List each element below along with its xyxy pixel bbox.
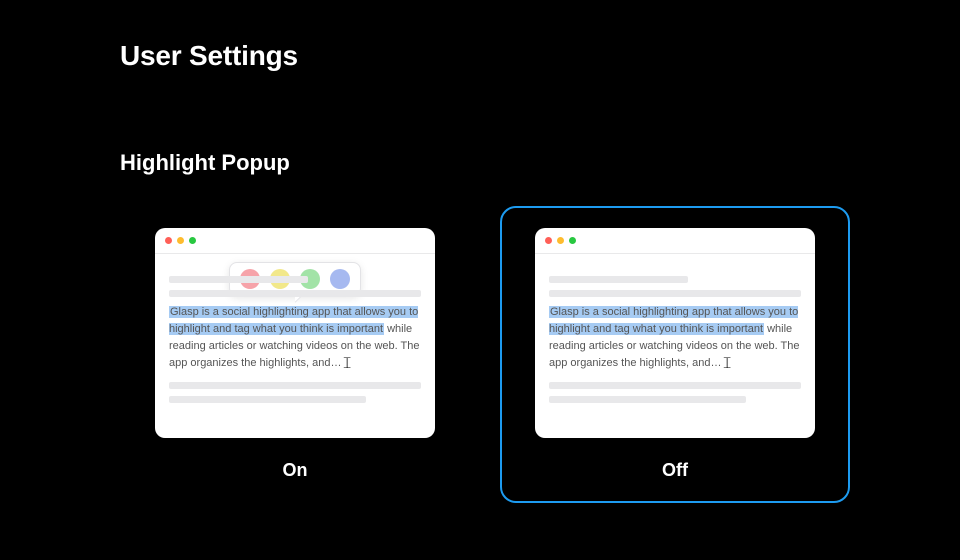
placeholder-line <box>169 290 421 297</box>
placeholder-line <box>549 382 801 389</box>
preview-off: Glasp is a social highlighting app that … <box>535 228 815 438</box>
option-label-off: Off <box>662 460 688 481</box>
placeholder-line <box>549 276 688 283</box>
text-cursor-icon: 𝙸 <box>721 358 732 369</box>
traffic-minimize-icon <box>557 237 564 244</box>
placeholder-line <box>169 396 366 403</box>
preview-body: Glasp is a social highlighting app that … <box>535 254 815 422</box>
placeholder-line <box>169 382 421 389</box>
option-on[interactable]: Glasp is a social highlighting app that … <box>120 206 470 503</box>
preview-on: Glasp is a social highlighting app that … <box>155 228 435 438</box>
traffic-zoom-icon <box>569 237 576 244</box>
sample-paragraph: Glasp is a social highlighting app that … <box>549 304 801 372</box>
traffic-minimize-icon <box>177 237 184 244</box>
placeholder-line <box>169 276 308 283</box>
placeholder-line <box>549 290 801 297</box>
preview-body: Glasp is a social highlighting app that … <box>155 254 435 422</box>
option-off[interactable]: Glasp is a social highlighting app that … <box>500 206 850 503</box>
highlighted-text: Glasp is a social highlighting app that … <box>549 306 798 335</box>
highlight-popup-options: Glasp is a social highlighting app that … <box>120 206 960 503</box>
browser-titlebar <box>155 228 435 254</box>
placeholder-line <box>549 396 746 403</box>
option-label-on: On <box>283 460 308 481</box>
text-cursor-icon: 𝙸 <box>341 358 352 369</box>
section-title-highlight-popup: Highlight Popup <box>120 150 960 176</box>
highlighted-text: Glasp is a social highlighting app that … <box>169 306 418 335</box>
sample-paragraph: Glasp is a social highlighting app that … <box>169 304 421 372</box>
traffic-close-icon <box>545 237 552 244</box>
traffic-zoom-icon <box>189 237 196 244</box>
browser-titlebar <box>535 228 815 254</box>
traffic-close-icon <box>165 237 172 244</box>
page-title: User Settings <box>120 40 960 72</box>
